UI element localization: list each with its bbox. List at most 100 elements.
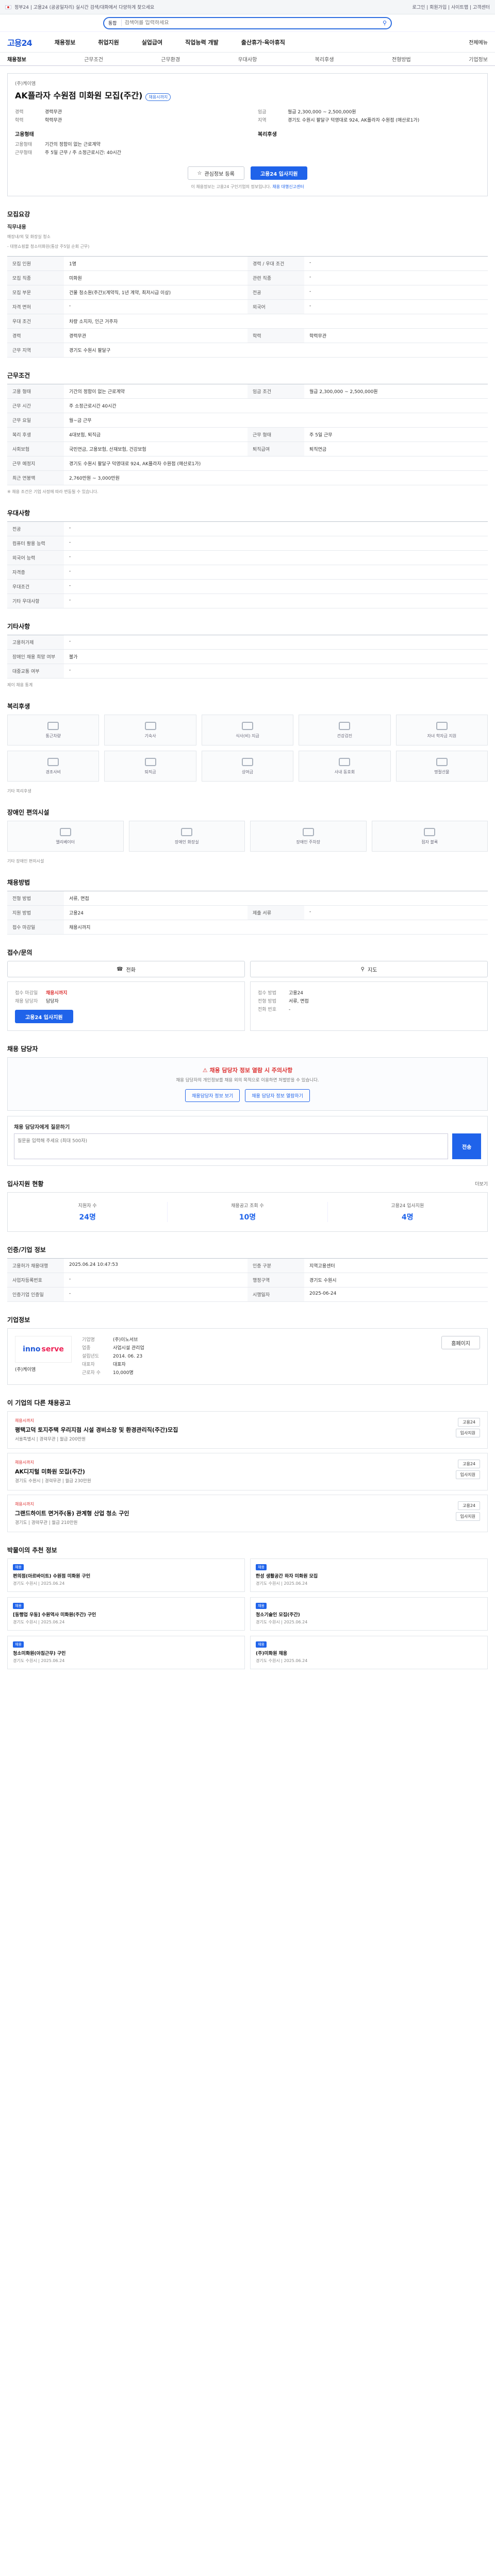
table-cell: 2025-06-24 bbox=[304, 1287, 488, 1302]
facility-label: 경조사비 bbox=[45, 769, 61, 774]
view-manager-button[interactable]: 채용담당자 정보 보기 bbox=[185, 1089, 240, 1102]
recommend-card[interactable]: 채용 (주)미화원 채용 경기도 수원시 | 2025.06.24 bbox=[250, 1636, 488, 1669]
stat-label: 고용24 입사지원 bbox=[391, 1204, 424, 1209]
related-job[interactable]: 채용시까지 AK디지털 미화원 모집(주간) 경기도 수원시 | 경력무관 | 월급… bbox=[7, 1453, 488, 1490]
kv-value: 고용24 bbox=[289, 991, 304, 996]
homepage-button[interactable]: 홈페이지 bbox=[441, 1336, 480, 1349]
recommend-badge: 채용 bbox=[13, 1564, 24, 1570]
table-cell: - bbox=[64, 664, 488, 679]
related-jobs: 채용시까지 평택고덕 토지주택 우리지점 시설 경비소장 및 환경관리직(주간)모… bbox=[7, 1411, 488, 1532]
facility-card: 자녀 학자금 지원 bbox=[395, 715, 488, 745]
tab-7[interactable]: 기업정보 bbox=[469, 55, 488, 63]
contact-apply-button[interactable]: 고용24 입사지원 bbox=[15, 1010, 73, 1023]
site-logo[interactable]: 고용24 bbox=[7, 36, 32, 48]
kv-key: 학력 bbox=[15, 118, 24, 123]
facility-label: 식사(비) 지급 bbox=[236, 733, 259, 738]
related-meta: 경기도 수원시 | 경력무관 | 월급 230만원 bbox=[15, 1479, 91, 1484]
table-cell: - bbox=[64, 1287, 248, 1302]
related-chips: 고용24 입사지원 bbox=[455, 1460, 480, 1484]
stat-item: 고용24 입사지원 4명 bbox=[328, 1202, 487, 1222]
related-chip[interactable]: 입사지원 bbox=[455, 1470, 480, 1479]
table-cell: 2025.06.24 10:47:53 bbox=[64, 1259, 248, 1273]
tab-1[interactable]: 채용정보 bbox=[7, 55, 26, 63]
kv-value: 주 5일 근무 / 주 소정근로시간: 40시간 bbox=[45, 150, 122, 156]
related-chip[interactable]: 고용24 bbox=[458, 1501, 480, 1510]
stat-value: 10명 bbox=[239, 1213, 256, 1222]
tab-4[interactable]: 우대사항 bbox=[238, 55, 257, 63]
recommend-card[interactable]: 채용 한성 생활공간 하자 미화원 모집 경기도 수원시 | 2025.06.24 bbox=[250, 1558, 488, 1592]
recommend-title[interactable]: 청소미화원(아침근무) 구인 bbox=[13, 1650, 239, 1656]
tab-3[interactable]: 근무환경 bbox=[161, 55, 180, 63]
nav-item[interactable]: 출산휴가·육아휴직 bbox=[241, 38, 285, 46]
recommend-card[interactable]: 채용 청소미화원(아침근무) 구인 경기도 수원시 | 2025.06.24 bbox=[7, 1636, 245, 1669]
related-chip[interactable]: 고용24 bbox=[458, 1460, 480, 1468]
job-title: AK플라자 수원점 미화원 모집(주간) bbox=[15, 91, 143, 100]
search-icon[interactable]: ⚲ bbox=[383, 20, 387, 26]
related-main: 채용시까지 평택고덕 토지주택 우리지점 시설 경비소장 및 환경관리직(주간)모… bbox=[15, 1418, 178, 1442]
search-input[interactable] bbox=[124, 20, 380, 26]
facility-label: 장애인 주차장 bbox=[296, 839, 321, 844]
related-job[interactable]: 채용시까지 평택고덕 토지주택 우리지점 시설 경비소장 및 환경관리직(주간)모… bbox=[7, 1411, 488, 1449]
table-cell: 2,760만원 ~ 3,000만원 bbox=[64, 471, 488, 485]
related-job[interactable]: 채용시까지 그랜드하이트 면거주(동) 관계형 산업 청소 구인 경기도 | 경력무… bbox=[7, 1495, 488, 1532]
company-row: 업종 사업시설 관리업 bbox=[82, 1344, 431, 1352]
call-button[interactable]: ☎ 전화 bbox=[7, 961, 245, 977]
open-manager-button[interactable]: 채용 담당자 정보 열람하기 bbox=[245, 1089, 310, 1102]
related-chip[interactable]: 입사지원 bbox=[455, 1429, 480, 1437]
facility-card: 장애인 화장실 bbox=[128, 821, 245, 852]
recommend-card[interactable]: 채용 [동행업 우동] 수원역사 미화원(주간) 구인 경기도 수원시 | 2025… bbox=[7, 1597, 245, 1631]
recommend-card[interactable]: 채용 편의점(아르바이트) 수원점 미화원 구인 경기도 수원시 | 2025.06… bbox=[7, 1558, 245, 1592]
cert-table: 고용허가 채용대행 2025.06.24 10:47:53 인증 구분 지역고용센터 사… bbox=[7, 1258, 488, 1302]
all-menu-button[interactable]: 전체메뉴 bbox=[469, 38, 488, 46]
topbar-links[interactable]: 로그인 | 회원가입 | 사이트맵 | 고객센터 bbox=[412, 4, 490, 10]
nav-item[interactable]: 채용정보 bbox=[55, 38, 75, 46]
recommend-badge: 채용 bbox=[256, 1641, 267, 1648]
table-cell: 모집 부문 bbox=[7, 285, 64, 300]
facility-icon bbox=[436, 721, 448, 730]
related-chip[interactable]: 고용24 bbox=[458, 1418, 480, 1427]
question-input[interactable] bbox=[14, 1133, 449, 1159]
kv-value: - bbox=[289, 1007, 291, 1012]
nav-item[interactable]: 직업능력 개발 bbox=[185, 38, 219, 46]
recommend-title[interactable]: 편의점(아르바이트) 수원점 미화원 구인 bbox=[13, 1572, 239, 1579]
duty-text-2: - 대형쇼핑몰 청소미화원(통상 주5일 순회 근무) bbox=[7, 244, 90, 249]
stats-link[interactable]: 제이 채용 통계 bbox=[7, 682, 488, 688]
section-heading: 근무조건 bbox=[7, 372, 30, 379]
search-category[interactable]: 통합 bbox=[108, 20, 122, 26]
table-cell: 불가 bbox=[64, 650, 488, 664]
tab-6[interactable]: 전형방법 bbox=[392, 55, 411, 63]
facility-label: 장애인 화장실 bbox=[174, 839, 199, 844]
facility-icon bbox=[241, 757, 253, 766]
kv-key: 채용 담당자 bbox=[15, 999, 38, 1004]
question-box: 채용 담당자에게 질문하기 전송 bbox=[7, 1116, 488, 1166]
bookmark-button[interactable]: ☆ 관심정보 등록 bbox=[187, 166, 244, 180]
kv-value: 담당자 bbox=[46, 999, 59, 1004]
warning-text: 채용 담당자의 개인정보를 채용 외의 목적으로 이용하면 처벌받을 수 있습니… bbox=[176, 1078, 319, 1083]
tab-2[interactable]: 근무조건 bbox=[84, 55, 103, 63]
kv-key: 근로자 수 bbox=[82, 1370, 101, 1376]
table-cell: 학력무관 bbox=[304, 329, 488, 343]
send-button[interactable]: 전송 bbox=[452, 1133, 481, 1159]
table-cell: 지역고용센터 bbox=[304, 1259, 488, 1273]
related-title[interactable]: AK디지털 미화원 모집(주간) bbox=[15, 1467, 91, 1476]
recommend-card[interactable]: 채용 청소기술인 모집(주간) 경기도 수원시 | 2025.06.24 bbox=[250, 1597, 488, 1631]
kv-value: 사업시설 관리업 bbox=[113, 1346, 144, 1351]
related-title[interactable]: 평택고덕 토지주택 우리지점 시설 경비소장 및 환경관리직(주간)모집 bbox=[15, 1426, 178, 1434]
related-title[interactable]: 그랜드하이트 면거주(동) 관계형 산업 청소 구인 bbox=[15, 1509, 129, 1517]
map-button[interactable]: ⚲ 지도 bbox=[250, 961, 488, 977]
table-cell: 주 5일 근무 bbox=[304, 428, 488, 442]
related-chip[interactable]: 입사지원 bbox=[455, 1512, 480, 1521]
tab-5[interactable]: 복리후생 bbox=[315, 55, 334, 63]
table-cell: 대중교통 여부 bbox=[7, 664, 64, 679]
recommend-title[interactable]: [동행업 우동] 수원역사 미화원(주간) 구인 bbox=[13, 1611, 239, 1618]
search-box[interactable]: 통합 ⚲ bbox=[103, 16, 392, 29]
nav-item[interactable]: 실업급여 bbox=[142, 38, 162, 46]
recommend-title[interactable]: 한성 생활공간 하자 미화원 모집 bbox=[256, 1572, 482, 1579]
table-cell: 접수 마감일 bbox=[7, 920, 64, 935]
more-link[interactable]: 더보기 bbox=[475, 1180, 488, 1187]
apply-button[interactable]: 고용24 입사지원 bbox=[250, 166, 308, 180]
recommend-title[interactable]: 청소기술인 모집(주간) bbox=[256, 1611, 482, 1618]
note-link[interactable]: 채용 대행신고센터 bbox=[272, 184, 304, 189]
recommend-title[interactable]: (주)미화원 채용 bbox=[256, 1650, 482, 1656]
nav-item[interactable]: 취업지원 bbox=[98, 38, 119, 46]
